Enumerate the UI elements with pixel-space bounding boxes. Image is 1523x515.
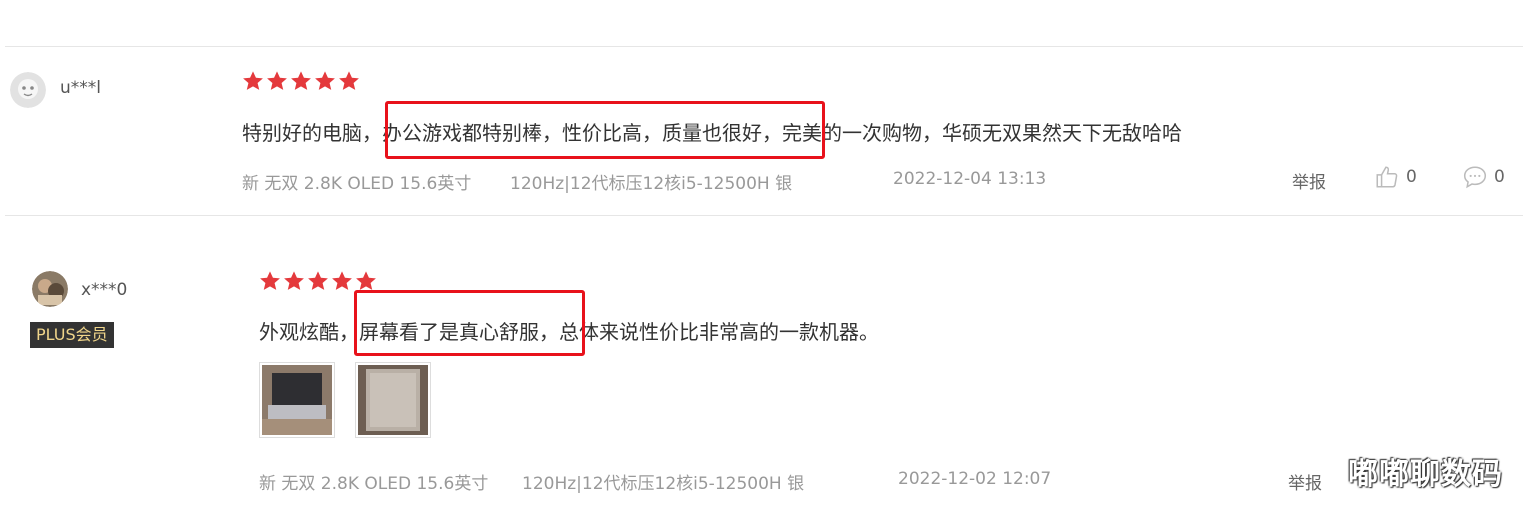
product-name: 新 无双 2.8K OLED 15.6英寸 [259, 474, 489, 494]
username: x***0 [81, 280, 128, 300]
star-icon [291, 71, 311, 90]
report-label: 举报 [1288, 474, 1322, 494]
highlighted-text: 屏幕看了是真心舒服， [359, 320, 559, 344]
comment-icon [1463, 166, 1487, 189]
review-photo-2[interactable] [355, 362, 431, 438]
thumbs-up-icon [1376, 166, 1398, 188]
star-icon [356, 271, 376, 290]
review-text-start: 特别好的电脑， [242, 121, 382, 145]
comment-count: 0 [1494, 167, 1505, 187]
report-link[interactable]: 举报 [1292, 168, 1326, 193]
star-icon [243, 71, 263, 90]
review-text: 特别好的电脑，办公游戏都特别棒，性价比高，质量也很好，完美的一次购物，华硕无双果… [242, 117, 1182, 146]
star-rating [259, 270, 377, 292]
review-photo-1[interactable] [259, 362, 335, 438]
review-text-start: 外观炫酷， [259, 320, 359, 344]
like-button[interactable]: 0 [1374, 164, 1417, 190]
avatar[interactable] [32, 271, 68, 307]
plus-member-badge: PLUS会员 [30, 322, 114, 348]
star-icon [260, 271, 280, 290]
report-label: 举报 [1292, 173, 1326, 193]
review-text-end: 总体来说性价比非常高的一款机器。 [559, 320, 879, 344]
star-rating [242, 70, 360, 92]
review-list: u***l 特别好的电脑，办公游戏都特别棒，性价比高，质量也很好，完美的一次购物… [0, 0, 1523, 515]
star-icon [332, 271, 352, 290]
top-divider [5, 46, 1523, 47]
review-text: 外观炫酷，屏幕看了是真心舒服，总体来说性价比非常高的一款机器。 [259, 316, 879, 345]
review-date: 2022-12-02 12:07 [898, 469, 1052, 489]
username: u***l [60, 78, 101, 98]
watermark: 嘟嘟聊数码 [1348, 457, 1503, 492]
comment-button[interactable]: 0 [1462, 164, 1505, 190]
star-icon [308, 271, 328, 290]
review-divider [5, 215, 1523, 216]
star-icon [339, 71, 359, 90]
like-count: 0 [1406, 167, 1417, 187]
star-icon [315, 71, 335, 90]
product-spec: 120Hz|12代标压12核i5-12500H 银 [510, 174, 793, 194]
review-date: 2022-12-04 13:13 [893, 169, 1047, 189]
product-name: 新 无双 2.8K OLED 15.6英寸 [242, 174, 472, 194]
highlighted-text: 办公游戏都特别棒，性价比高，质量也很好， [382, 121, 782, 145]
star-icon [284, 271, 304, 290]
star-icon [267, 71, 287, 90]
product-spec: 120Hz|12代标压12核i5-12500H 银 [522, 474, 805, 494]
avatar[interactable] [10, 72, 46, 108]
report-link[interactable]: 举报 [1288, 469, 1322, 494]
review-text-end: 完美的一次购物，华硕无双果然天下无敌哈哈 [782, 121, 1182, 145]
